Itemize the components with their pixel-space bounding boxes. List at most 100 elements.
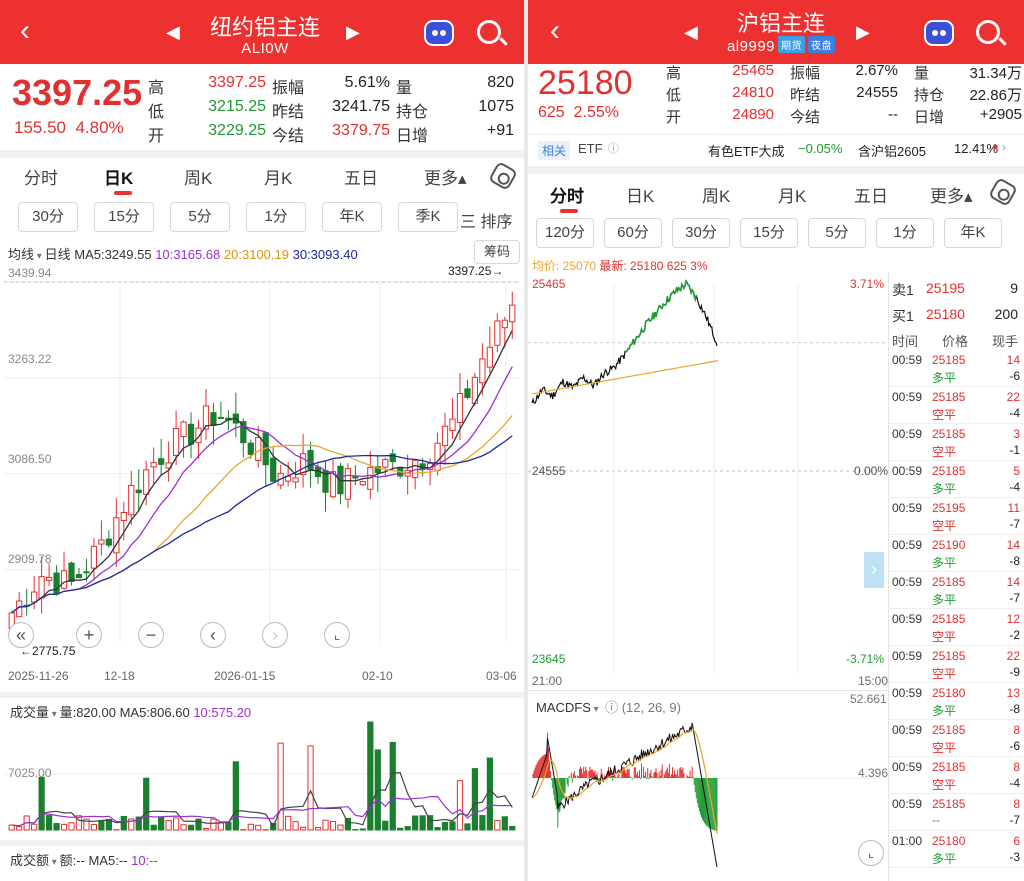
tab-4[interactable]: 五日 [344,164,378,189]
trade-diff: -7 [1009,813,1020,827]
back-icon[interactable]: ‹ [20,16,30,46]
stat-value: 24810 [732,84,774,101]
y-low: 23645 [532,652,566,666]
volume-bar [45,815,53,831]
stat-value: 22.86万 [969,87,1022,104]
ma-type-select[interactable]: 均线 [8,247,34,262]
trade-price: 25185 [932,649,966,663]
settings-hex-icon[interactable] [487,160,519,192]
timeshare-chart[interactable] [528,274,888,674]
zoom-out-icon[interactable]: − [138,622,164,648]
x-label: 12-18 [104,669,135,683]
related-bar[interactable]: 相关 ETF ⓘ 有色ETF大成 −0.05% 含沪铝2605 12.41% ●… [528,134,1024,164]
volume-bar [120,816,127,831]
period-chip[interactable]: 15分 [94,202,154,232]
stat-value: 5.61% [344,74,390,91]
amount-bar: 成交额 ▾ 额:-- MA5:-- 10:-- [10,853,158,868]
fullscreen-icon[interactable]: ⌞ [324,622,350,648]
trade-time: 00:59 [892,464,923,478]
last-price: 25180 [538,64,633,102]
y-label-top: 3439.94 [8,266,52,280]
trade-diff: -6 [1009,369,1020,383]
volume-bar [98,819,105,831]
trade-hand: 14 [1006,353,1020,367]
volume-chart[interactable] [0,718,524,838]
period-chip[interactable]: 5分 [170,202,230,232]
ma20-value: 20:3100.19 [223,247,289,262]
volume-bar [322,819,329,831]
candle-body [509,304,516,323]
y-label-4: 2909.78 [8,552,52,566]
tab-5[interactable]: 更多▴ [424,164,467,189]
volume-bar [180,824,187,831]
kline-chart[interactable] [0,262,524,662]
period-chip[interactable]: 30分 [672,218,730,248]
period-chip[interactable]: 30分 [18,202,78,232]
tab-4[interactable]: 五日 [854,182,888,207]
candle-body [90,545,98,569]
fullscreen-icon[interactable]: ⌞ [858,840,884,866]
trade-type: 空平 [932,519,957,533]
search-icon[interactable] [477,20,501,44]
tab-1[interactable]: 日K [104,164,133,189]
chips-button[interactable]: 筹码 [474,240,520,264]
next-contract-icon[interactable]: ▶ [346,22,360,43]
prev-contract-icon[interactable]: ◀ [684,22,698,43]
tab-2[interactable]: 周K [702,182,730,207]
period-chip[interactable]: 年K [944,218,1002,248]
trade-time: 00:59 [892,649,923,663]
amount-select[interactable]: 成交额 [10,853,49,868]
period-chip[interactable]: 季K [398,202,458,232]
prev-contract-icon[interactable]: ◀ [166,22,180,43]
page-title: 纽约铝主连 [209,15,320,40]
volume-bar [68,822,75,831]
expand-panel-icon[interactable]: › [864,552,884,588]
back-icon[interactable]: ‹ [550,16,560,46]
period-chip[interactable]: 5分 [808,218,866,248]
trade-row: 00:59 25180 13 多平 -8 [888,683,1024,720]
volume-bar [299,826,307,831]
tab-3[interactable]: 月K [264,164,292,189]
trade-hand: 13 [1006,686,1020,700]
prev-icon[interactable]: ‹ [200,622,226,648]
scroll-left-icon[interactable]: « [8,622,34,648]
search-icon[interactable] [976,20,1000,44]
sort-button[interactable]: 三 排序 [460,208,512,232]
tab-0[interactable]: 分时 [24,164,58,189]
settings-hex-icon[interactable] [987,176,1019,208]
trade-diff: -4 [1009,480,1020,494]
candle-body [307,449,314,471]
left-panel: ‹ ◀ 纽约铝主连 ALI0W ▶ 3397.25 155.50 4.80% 高… [0,0,524,881]
candle-body [180,421,187,438]
zoom-in-icon[interactable]: + [76,622,102,648]
trade-type: 空平 [932,408,957,422]
trade-time: 00:59 [892,538,923,552]
candle-body [45,576,53,581]
tab-1[interactable]: 日K [626,182,654,207]
macd-top: 52.661 [850,692,887,706]
period-chip[interactable]: 1分 [876,218,934,248]
stat-value: 3379.75 [332,122,390,139]
next-contract-icon[interactable]: ▶ [856,22,870,43]
period-chip[interactable]: 15分 [740,218,798,248]
robot-assistant-icon[interactable] [924,20,954,46]
period-chip[interactable]: 120分 [536,218,594,248]
volume-bar [60,823,68,831]
trade-diff: -4 [1009,776,1020,790]
period-chip[interactable]: 1分 [246,202,306,232]
trade-time: 00:59 [892,797,923,811]
period-chip[interactable]: 年K [322,202,382,232]
volume-bar [494,820,501,831]
volume-bar [501,816,508,831]
robot-assistant-icon[interactable] [424,20,454,46]
trade-price: 25185 [932,723,966,737]
tab-5[interactable]: 更多▴ [930,182,973,207]
macd-chart[interactable] [528,710,888,880]
period-chip[interactable]: 60分 [604,218,662,248]
next-icon[interactable]: › [262,622,288,648]
tab-2[interactable]: 周K [184,164,212,189]
tab-0[interactable]: 分时 [550,182,584,207]
ma5-value: MA5:3249.55 [74,247,152,262]
tab-3[interactable]: 月K [778,182,806,207]
trade-price: 25185 [932,427,966,441]
